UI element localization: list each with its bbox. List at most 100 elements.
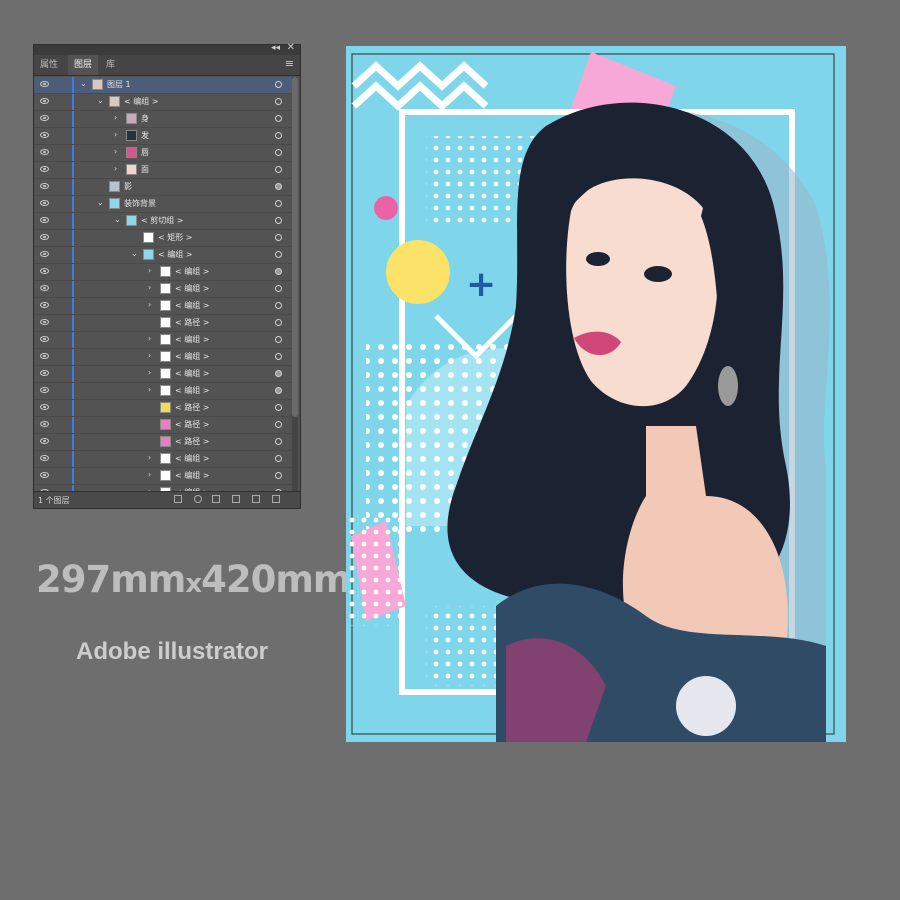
- layer-row[interactable]: › < 编组 >: [34, 281, 292, 298]
- chevron-down-icon[interactable]: ⌄: [114, 215, 121, 224]
- layer-row[interactable]: › < 编组 >: [34, 468, 292, 485]
- layer-row[interactable]: ⌄ < 剪切组 >: [34, 213, 292, 230]
- layer-row[interactable]: › < 编组 >: [34, 332, 292, 349]
- chevron-down-icon[interactable]: ⌄: [131, 249, 138, 258]
- eye-icon[interactable]: [40, 81, 49, 87]
- layer-row[interactable]: ⌄ < 编组 >: [34, 247, 292, 264]
- layer-row[interactable]: ⌄ 装饰背景: [34, 196, 292, 213]
- layer-label[interactable]: < 编组 >: [124, 96, 159, 107]
- chevron-right-icon[interactable]: ›: [148, 334, 151, 343]
- target-icon[interactable]: [275, 455, 282, 462]
- scrollbar[interactable]: [292, 77, 298, 493]
- eye-icon[interactable]: [40, 285, 49, 291]
- layer-label[interactable]: 影: [124, 181, 132, 192]
- layer-row[interactable]: › < 编组 >: [34, 451, 292, 468]
- layer-label[interactable]: < 矩形 >: [158, 232, 193, 243]
- layer-row[interactable]: › 唇: [34, 145, 292, 162]
- layer-label[interactable]: < 编组 >: [175, 300, 210, 311]
- target-icon[interactable]: [275, 268, 282, 275]
- layer-label[interactable]: < 路径 >: [175, 436, 210, 447]
- delete-icon[interactable]: [272, 495, 280, 503]
- chevron-right-icon[interactable]: ›: [148, 470, 151, 479]
- target-icon[interactable]: [275, 98, 282, 105]
- layer-label[interactable]: < 编组 >: [175, 453, 210, 464]
- tab-layers[interactable]: 图层: [68, 55, 99, 75]
- new-layer-icon[interactable]: [252, 495, 260, 503]
- layer-label[interactable]: < 编组 >: [175, 334, 210, 345]
- artboard[interactable]: +: [346, 46, 846, 742]
- chevron-down-icon[interactable]: ⌄: [97, 96, 104, 105]
- target-icon[interactable]: [275, 81, 282, 88]
- target-icon[interactable]: [275, 353, 282, 360]
- layer-label[interactable]: < 编组 >: [175, 266, 210, 277]
- layer-row[interactable]: < 矩形 >: [34, 230, 292, 247]
- layer-row[interactable]: 影: [34, 179, 292, 196]
- layer-row[interactable]: › 面: [34, 162, 292, 179]
- layer-row[interactable]: < 路径 >: [34, 315, 292, 332]
- layer-row[interactable]: › < 编组 >: [34, 298, 292, 315]
- eye-icon[interactable]: [40, 319, 49, 325]
- make-clipping-mask-icon[interactable]: [212, 495, 220, 503]
- tab-properties[interactable]: 属性: [34, 55, 64, 75]
- eye-icon[interactable]: [40, 421, 49, 427]
- layer-row[interactable]: < 路径 >: [34, 434, 292, 451]
- layer-row[interactable]: › 发: [34, 128, 292, 145]
- target-icon[interactable]: [275, 200, 282, 207]
- target-icon[interactable]: [275, 115, 282, 122]
- target-icon[interactable]: [275, 404, 282, 411]
- target-icon[interactable]: [275, 472, 282, 479]
- layer-row[interactable]: › < 编组 >: [34, 264, 292, 281]
- layer-label[interactable]: < 路径 >: [175, 419, 210, 430]
- eye-icon[interactable]: [40, 336, 49, 342]
- target-icon[interactable]: [275, 234, 282, 241]
- target-icon[interactable]: [275, 217, 282, 224]
- target-icon[interactable]: [275, 251, 282, 258]
- chevron-right-icon[interactable]: ›: [148, 368, 151, 377]
- eye-icon[interactable]: [40, 217, 49, 223]
- target-icon[interactable]: [275, 132, 282, 139]
- chevron-right-icon[interactable]: ›: [114, 164, 117, 173]
- eye-icon[interactable]: [40, 234, 49, 240]
- target-icon[interactable]: [275, 421, 282, 428]
- target-icon[interactable]: [275, 438, 282, 445]
- chevron-right-icon[interactable]: ›: [148, 351, 151, 360]
- new-sublayer-icon[interactable]: [232, 495, 240, 503]
- chevron-right-icon[interactable]: ›: [114, 147, 117, 156]
- chevron-right-icon[interactable]: ›: [148, 385, 151, 394]
- chevron-right-icon[interactable]: ›: [148, 266, 151, 275]
- target-icon[interactable]: [275, 370, 282, 377]
- eye-icon[interactable]: [40, 472, 49, 478]
- target-icon[interactable]: [275, 166, 282, 173]
- layer-label[interactable]: 身: [141, 113, 149, 124]
- layer-label[interactable]: < 编组 >: [175, 351, 210, 362]
- eye-icon[interactable]: [40, 268, 49, 274]
- target-icon[interactable]: [275, 336, 282, 343]
- eye-icon[interactable]: [40, 98, 49, 104]
- layer-label[interactable]: < 剪切组 >: [141, 215, 184, 226]
- collapse-icon[interactable]: ◂◂: [271, 43, 280, 53]
- layer-label[interactable]: 发: [141, 130, 149, 141]
- layer-label[interactable]: 面: [141, 164, 149, 175]
- chevron-down-icon[interactable]: ⌄: [80, 79, 87, 88]
- layer-row[interactable]: › < 编组 >: [34, 383, 292, 400]
- close-icon[interactable]: ✕: [287, 42, 295, 53]
- chevron-right-icon[interactable]: ›: [114, 113, 117, 122]
- eye-icon[interactable]: [40, 115, 49, 121]
- eye-icon[interactable]: [40, 132, 49, 138]
- chevron-right-icon[interactable]: ›: [148, 283, 151, 292]
- eye-icon[interactable]: [40, 166, 49, 172]
- layer-label[interactable]: < 编组 >: [175, 470, 210, 481]
- layer-row[interactable]: ⌄ 图层 1: [34, 77, 292, 94]
- layer-row[interactable]: < 路径 >: [34, 400, 292, 417]
- eye-icon[interactable]: [40, 455, 49, 461]
- eye-icon[interactable]: [40, 438, 49, 444]
- layer-row[interactable]: › < 编组 >: [34, 349, 292, 366]
- eye-icon[interactable]: [40, 404, 49, 410]
- layer-label[interactable]: 图层 1: [107, 79, 131, 90]
- panel-menu-icon[interactable]: ≡: [285, 57, 294, 70]
- layer-label[interactable]: < 路径 >: [175, 402, 210, 413]
- chevron-right-icon[interactable]: ›: [148, 453, 151, 462]
- layer-row[interactable]: < 路径 >: [34, 417, 292, 434]
- layer-label[interactable]: 唇: [141, 147, 149, 158]
- eye-icon[interactable]: [40, 200, 49, 206]
